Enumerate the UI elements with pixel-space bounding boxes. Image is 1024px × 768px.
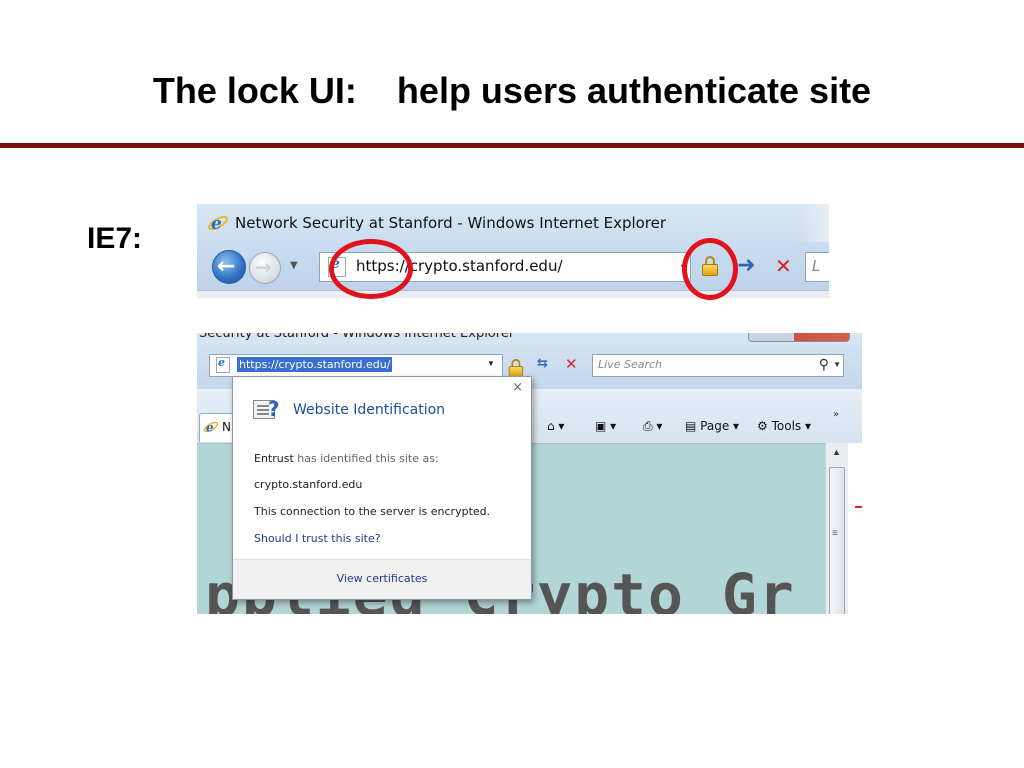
address-dropdown-icon[interactable]: ▼: [487, 359, 495, 368]
lock-icon[interactable]: [508, 358, 524, 377]
address-bar[interactable]: https://crypto.stanford.edu/: [209, 354, 503, 377]
encryption-note: This connection to the server is encrypt…: [254, 505, 491, 518]
stop-icon[interactable]: ✕: [775, 254, 792, 278]
stop-icon[interactable]: ✕: [565, 355, 578, 373]
close-icon[interactable]: ×: [512, 380, 523, 395]
vertical-scrollbar[interactable]: ▲ ≡: [825, 443, 848, 614]
feeds-button[interactable]: ▣ ▾: [595, 419, 616, 433]
popup-heading: Website Identification: [293, 402, 446, 418]
back-button[interactable]: ←: [212, 250, 246, 284]
home-button[interactable]: ⌂ ▾: [547, 419, 564, 433]
address-url[interactable]: https://crypto.stanford.edu/: [237, 357, 393, 372]
tab-label: N: [222, 420, 231, 434]
window-title: Network Security at Stanford - Windows I…: [235, 214, 667, 232]
title-divider: [0, 143, 1024, 148]
print-button[interactable]: ⎙ ▾: [643, 419, 662, 434]
search-input[interactable]: L: [805, 252, 829, 282]
page-menu[interactable]: ▤ Page ▾: [685, 419, 739, 433]
ie-logo-icon: e: [203, 419, 219, 435]
popup-footer: View certificates: [233, 559, 531, 599]
browser-label: IE7:: [87, 222, 143, 255]
certificate-icon: ?: [253, 397, 280, 421]
svg-text:e: e: [206, 419, 214, 434]
back-icon: ←: [217, 254, 236, 279]
tools-menu[interactable]: ⚙ Tools ▾: [757, 419, 811, 433]
search-icon[interactable]: ⚲: [819, 356, 829, 373]
frame-edge-marker: [855, 506, 862, 508]
more-commands-icon[interactable]: »: [833, 409, 839, 420]
gear-icon: ⚙: [757, 419, 768, 433]
go-arrow-icon[interactable]: ➜: [737, 253, 755, 278]
scroll-thumb[interactable]: ≡: [829, 467, 845, 614]
forward-icon: →: [255, 255, 272, 279]
tab-strip: [197, 290, 829, 298]
page-icon: [216, 356, 230, 373]
page-menu-icon: ▤: [685, 419, 697, 433]
issuer-line: Entrust has identified this site as:: [254, 452, 439, 465]
issuer-name: Entrust: [254, 452, 294, 465]
website-identification-popup: × ? Website Identification Entrust has i…: [232, 376, 532, 600]
lock-highlight-circle: [682, 238, 738, 300]
slide-title: The lock UI: help users authenticate sit…: [152, 70, 872, 111]
refresh-icon[interactable]: ⇆: [537, 356, 548, 371]
ie-logo-icon: e: [207, 212, 229, 234]
window-titlebar: e Network Security at Stanford - Windows…: [197, 204, 829, 242]
issuer-suffix: has identified this site as:: [297, 452, 439, 465]
recent-pages-dropdown[interactable]: ▼: [290, 260, 298, 271]
view-certificates-link[interactable]: View certificates: [233, 572, 531, 585]
search-placeholder: Live Search: [598, 358, 662, 371]
window-title: Security at Stanford - Windows Internet …: [199, 333, 515, 341]
url-highlight-circle: [329, 239, 413, 299]
search-dropdown-icon[interactable]: ▼: [833, 360, 841, 369]
search-input[interactable]: Live Search ⚲ ▼: [592, 354, 844, 377]
trust-help-link[interactable]: Should I trust this site?: [254, 532, 381, 545]
forward-button[interactable]: →: [249, 252, 281, 284]
svg-text:e: e: [211, 214, 222, 234]
identified-site: crypto.stanford.edu: [254, 478, 363, 491]
window-controls[interactable]: [748, 333, 850, 342]
scroll-up-icon[interactable]: ▲: [832, 447, 841, 457]
ie7-identification-screenshot: Security at Stanford - Windows Internet …: [197, 333, 862, 614]
